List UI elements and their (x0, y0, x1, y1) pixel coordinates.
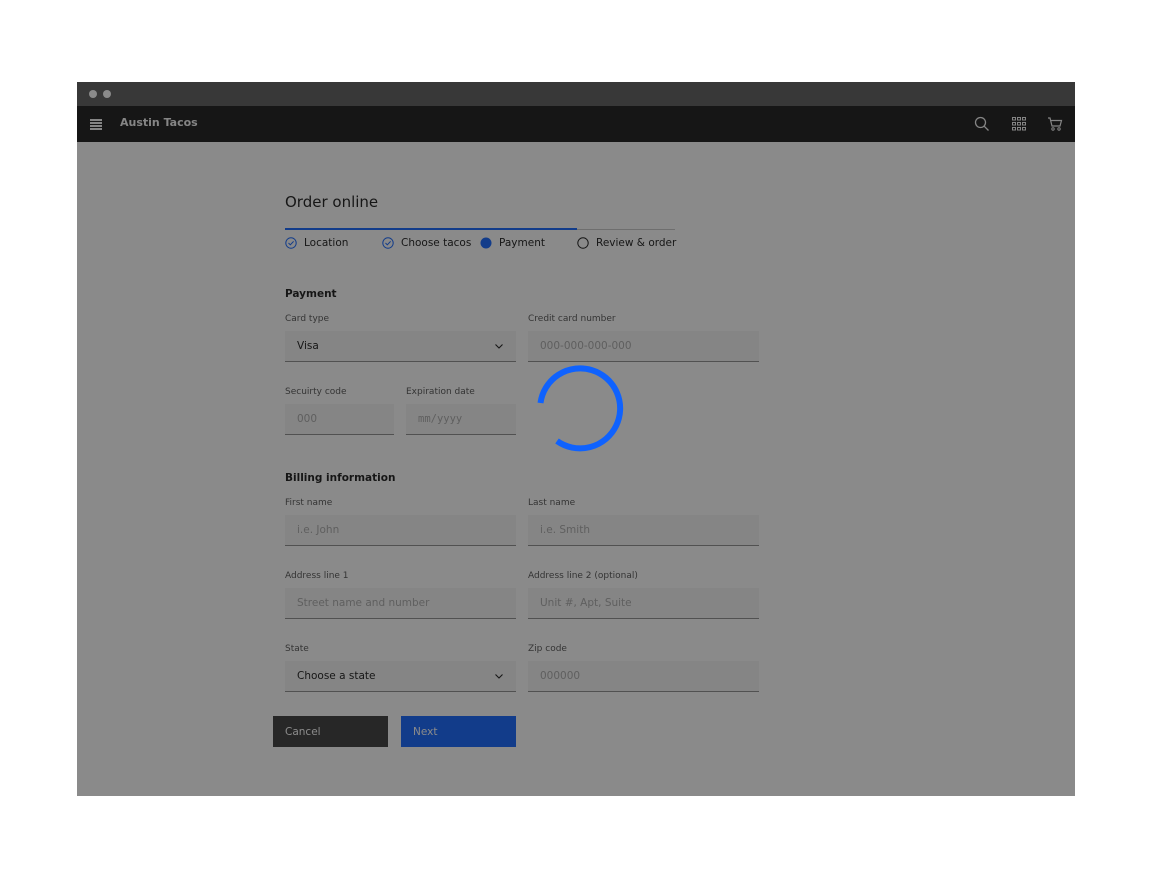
browser-window: Austin Tacos Order o (77, 82, 1075, 796)
loading-spinner-icon (537, 365, 624, 452)
